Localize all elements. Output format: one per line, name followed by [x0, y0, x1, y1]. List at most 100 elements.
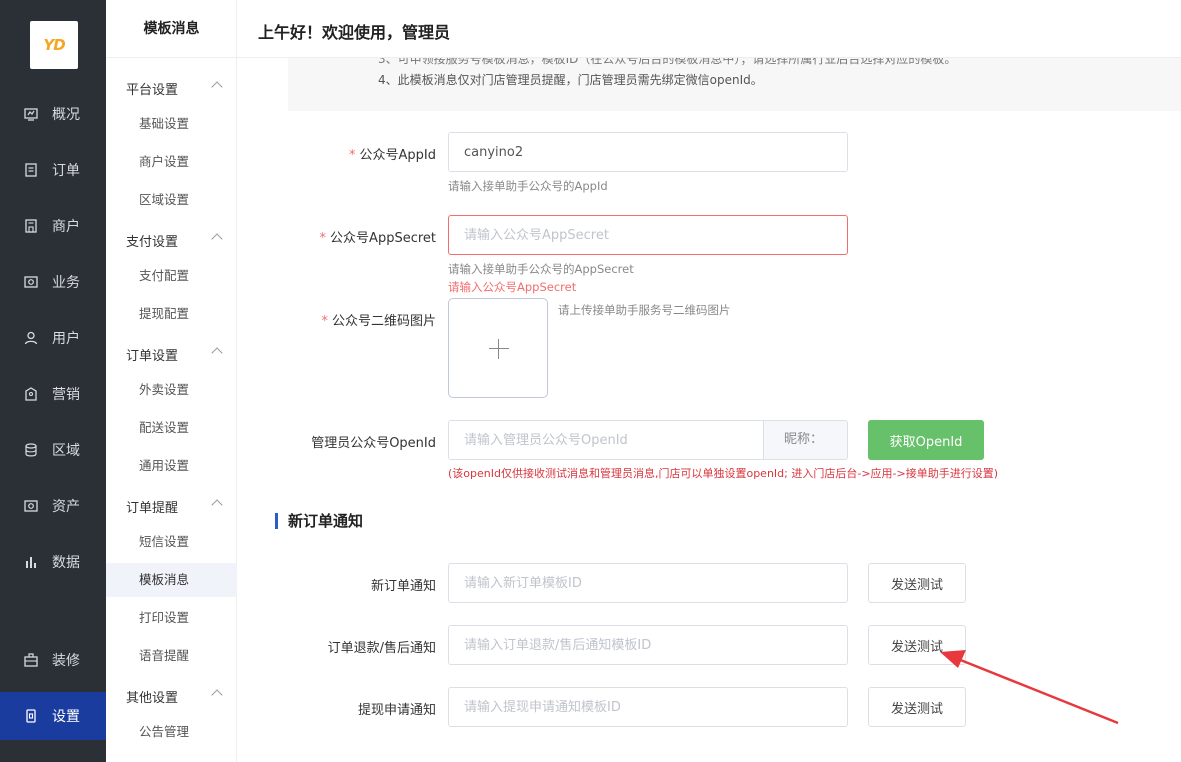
business-icon — [24, 276, 38, 288]
chevron-up-icon — [211, 233, 223, 245]
notice-box: 3、可申领接服务号模板消息，模板ID（在公众号后台的模板消息中）；请选择所属行业… — [288, 58, 1181, 111]
appsecret-label: * 公众号AppSecret — [319, 231, 436, 246]
withdraw-label: 提现申请通知 — [357, 703, 436, 718]
plus-icon — [498, 339, 499, 359]
sub-group-label: 平台设置 — [126, 83, 179, 98]
sub-group-payment[interactable]: 支付设置 — [126, 231, 223, 250]
nav-item-region[interactable]: 区域 — [0, 426, 106, 474]
notice-line-3: 3、可申领接服务号模板消息，模板ID（在公众号后台的模板消息中）；请选择所属行业… — [378, 58, 957, 66]
nav-item-overview[interactable]: 概况 — [0, 90, 106, 138]
dashboard-icon — [24, 108, 38, 121]
header: 上午好！欢迎使用，管理员 — [237, 0, 1181, 58]
sub-item-announcement[interactable]: 公告管理 — [106, 715, 237, 749]
sub-nav-title: 模板消息 — [106, 0, 237, 58]
appid-label: * 公众号AppId — [349, 148, 436, 163]
new-order-label: 新订单通知 — [370, 579, 436, 594]
refund-template-input[interactable] — [448, 625, 848, 665]
sub-group-label: 订单提醒 — [126, 501, 179, 516]
openid-label: 管理员公众号OpenId — [311, 436, 436, 451]
nav-item-settings[interactable]: 设置 — [0, 692, 106, 740]
sub-item-takeout[interactable]: 外卖设置 — [106, 373, 237, 407]
nav-item-marketing[interactable]: 营销 — [0, 370, 106, 418]
sub-item-voice[interactable]: 语音提醒 — [106, 639, 237, 673]
nav-label: 商户 — [52, 219, 80, 235]
send-test-button-new-order[interactable]: 发送测试 — [868, 563, 966, 603]
nav-label: 用户 — [52, 331, 80, 347]
nav-label: 业务 — [52, 275, 80, 291]
appid-input[interactable] — [448, 132, 848, 172]
sub-item-delivery[interactable]: 配送设置 — [106, 411, 237, 445]
greeting: 上午好！欢迎使用，管理员 — [258, 23, 451, 42]
nav-label: 订单 — [52, 163, 80, 179]
chevron-up-icon — [211, 689, 223, 701]
nickname-addon: 昵称： — [763, 420, 848, 460]
sub-item-sms[interactable]: 短信设置 — [106, 525, 237, 559]
order-icon — [25, 163, 37, 177]
sub-item-pay-config[interactable]: 支付配置 — [106, 259, 237, 293]
nav-item-users[interactable]: 用户 — [0, 314, 106, 362]
nav-item-merchants[interactable]: 商户 — [0, 202, 106, 250]
sub-group-platform[interactable]: 平台设置 — [126, 79, 223, 98]
get-openid-button[interactable]: 获取OpenId — [868, 420, 984, 460]
openid-group: 昵称： — [448, 420, 848, 460]
plus-icon — [489, 348, 509, 349]
sub-item-withdraw-config[interactable]: 提现配置 — [106, 297, 237, 331]
region-icon — [25, 443, 37, 457]
new-order-template-input[interactable] — [448, 563, 848, 603]
sub-item-basic[interactable]: 基础设置 — [106, 107, 237, 141]
asset-icon — [24, 500, 38, 512]
nav-label: 概况 — [52, 107, 80, 123]
decorate-icon — [24, 653, 38, 667]
marketing-icon — [25, 387, 37, 401]
nav-item-orders[interactable]: 订单 — [0, 146, 106, 194]
nav-label: 装修 — [52, 653, 80, 669]
openid-input[interactable] — [448, 420, 764, 460]
chevron-up-icon — [211, 81, 223, 93]
notice-line-4: 4、此模板消息仅对门店管理员提醒，门店管理员需先绑定微信openId。 — [378, 73, 763, 87]
appsecret-error: 请输入公众号AppSecret — [448, 280, 577, 294]
main-content: 3、可申领接服务号模板消息，模板ID（在公众号后台的模板消息中）；请选择所属行业… — [237, 58, 1181, 762]
nav-label: 营销 — [52, 387, 80, 403]
sub-item-merchant[interactable]: 商户设置 — [106, 145, 237, 179]
nav-item-decorate[interactable]: 装修 — [0, 636, 106, 684]
nav-label: 设置 — [52, 709, 80, 725]
nav-item-data[interactable]: 数据 — [0, 538, 106, 586]
qrcode-upload[interactable] — [448, 298, 548, 398]
appsecret-hint: 请输入接单助手公众号的AppSecret — [448, 262, 634, 276]
sub-group-reminder[interactable]: 订单提醒 — [126, 497, 223, 516]
nav-item-assets[interactable]: 资产 — [0, 482, 106, 530]
settings-icon — [26, 709, 36, 723]
nav-label: 数据 — [52, 555, 80, 571]
sub-group-label: 订单设置 — [126, 349, 179, 364]
send-test-button-refund[interactable]: 发送测试 — [868, 625, 966, 665]
chevron-up-icon — [211, 499, 223, 511]
sub-group-other[interactable]: 其他设置 — [126, 687, 223, 706]
qrcode-hint: 请上传接单助手服务号二维码图片 — [558, 303, 731, 317]
nav-item-business[interactable]: 业务 — [0, 258, 106, 306]
sub-item-template-msg[interactable]: 模板消息 — [106, 563, 237, 597]
openid-note: (该openId仅供接收测试消息和管理员消息,门店可以单独设置openId; 进… — [448, 467, 999, 480]
refund-label: 订单退款/售后通知 — [327, 641, 436, 656]
logo[interactable]: YD — [30, 21, 78, 69]
sub-item-region[interactable]: 区域设置 — [106, 183, 237, 217]
logo-text: YD — [43, 36, 65, 54]
merchant-icon — [25, 219, 37, 233]
user-icon — [24, 331, 38, 345]
sub-item-print[interactable]: 打印设置 — [106, 601, 237, 635]
sub-group-order[interactable]: 订单设置 — [126, 345, 223, 364]
send-test-button-withdraw[interactable]: 发送测试 — [868, 687, 966, 727]
withdraw-template-input[interactable] — [448, 687, 848, 727]
nav-label: 资产 — [52, 499, 80, 515]
sub-group-label: 其他设置 — [126, 691, 179, 706]
sub-group-label: 支付设置 — [126, 235, 179, 250]
main-nav: YD 概况 订单 商户 业务 用户 营销 区域 资产 数据 装修 设置 — [0, 0, 106, 762]
sub-item-general[interactable]: 通用设置 — [106, 449, 237, 483]
chart-icon — [26, 557, 36, 568]
qrcode-label: * 公众号二维码图片 — [321, 314, 436, 329]
nav-label: 区域 — [52, 443, 80, 459]
appid-hint: 请输入接单助手公众号的AppId — [448, 179, 608, 193]
chevron-up-icon — [211, 347, 223, 359]
appsecret-input[interactable] — [448, 215, 848, 255]
sub-nav: 模板消息 平台设置 基础设置 商户设置 区域设置 支付设置 支付配置 提现配置 … — [106, 0, 237, 762]
section-title: 新订单通知 — [275, 513, 363, 529]
